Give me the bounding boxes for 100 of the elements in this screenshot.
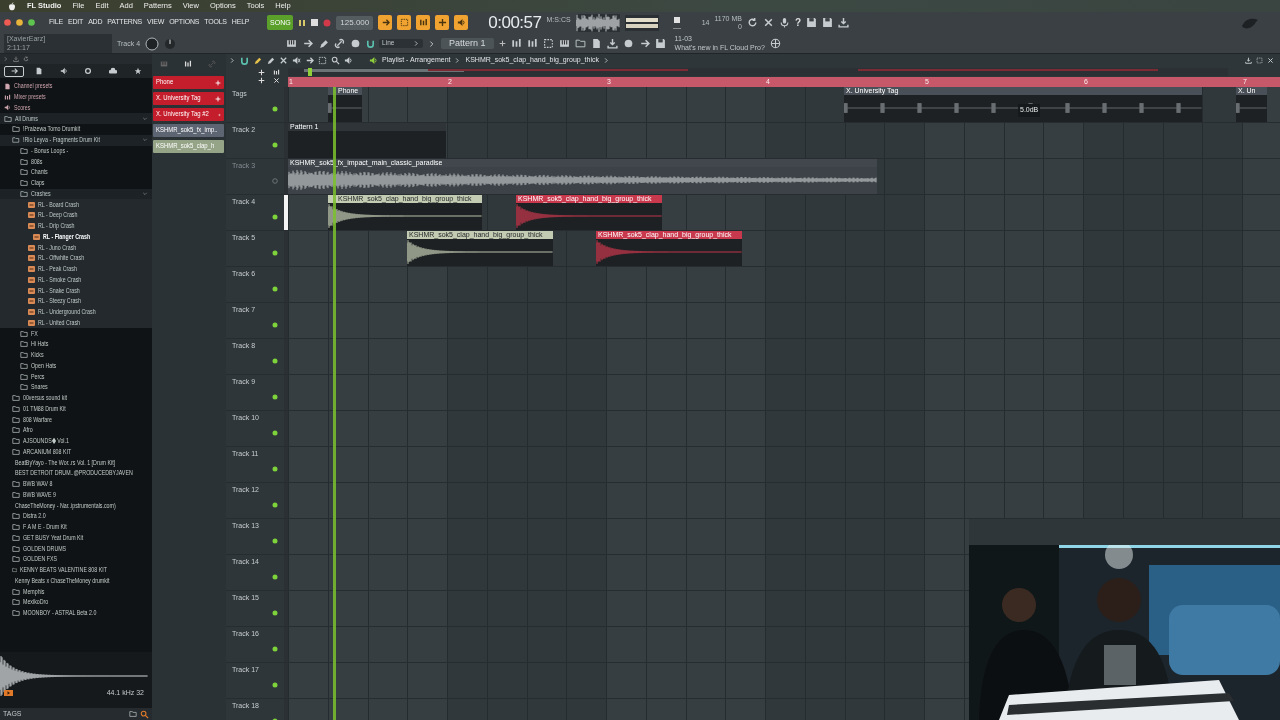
folder-item[interactable]: GOLDEN DRUMS	[0, 543, 152, 554]
mute-indicator[interactable]	[272, 250, 278, 257]
folder-item[interactable]: BWB WAV 8	[0, 478, 152, 490]
sample-item[interactable]: RL - Peak Crash	[0, 263, 152, 275]
pause-button[interactable]	[298, 18, 307, 27]
knob[interactable]	[145, 36, 160, 51]
mute-indicator[interactable]	[272, 394, 278, 401]
mute-indicator[interactable]	[272, 466, 278, 473]
sample-item[interactable]: RL - United Crash	[0, 317, 152, 329]
brush-icon[interactable]	[266, 56, 275, 65]
folder-item[interactable]: Percs	[0, 371, 152, 382]
delete-icon[interactable]	[279, 56, 288, 65]
folder-item[interactable]: Distra 2.0	[0, 511, 152, 522]
sample-item[interactable]: RL - Snake Crash	[0, 285, 152, 296]
folder-item[interactable]: F A M E - Drum Kit	[0, 521, 152, 533]
zoom-icon[interactable]	[331, 56, 340, 65]
mute-indicator[interactable]	[272, 502, 278, 509]
close-icon[interactable]	[1267, 57, 1274, 64]
sample-item[interactable]: RL - Offwhite Crash	[0, 253, 152, 264]
view-button[interactable]	[526, 38, 538, 49]
folder-item[interactable]: Crashes	[0, 188, 152, 200]
knob[interactable]	[164, 37, 177, 50]
mic-button[interactable]	[778, 17, 790, 28]
folder-item[interactable]: KENNY BEATS VALENTINE 808 KIT	[0, 564, 152, 576]
folder-item[interactable]: Kenny Beats x ChaseTheMoney drumkit	[0, 575, 152, 587]
add-pattern-button[interactable]	[498, 40, 506, 47]
plus-icon[interactable]	[258, 68, 265, 76]
view-button[interactable]	[558, 38, 570, 49]
mute-indicator[interactable]	[272, 214, 278, 221]
mute-indicator[interactable]	[272, 682, 278, 689]
save-new-button[interactable]	[822, 17, 834, 28]
folder-icon[interactable]	[129, 710, 137, 718]
folder-item[interactable]: Chants	[0, 167, 152, 178]
toolbar-toggle[interactable]	[397, 15, 412, 30]
cut-button[interactable]	[762, 17, 774, 28]
mute-indicator[interactable]	[272, 142, 278, 149]
piano-button[interactable]	[286, 38, 298, 49]
pattern-selector[interactable]: Pattern 1	[441, 38, 494, 49]
sample-item[interactable]: RL - Drip Crash	[0, 220, 152, 232]
toolbar-toggle[interactable]	[454, 15, 469, 30]
folder-item[interactable]: AJSOUNDS◆ Vol.1	[0, 435, 152, 447]
sample-item[interactable]: RL - Juno Crash	[0, 242, 152, 253]
folder-item[interactable]: MexikoDro	[0, 597, 152, 608]
folder-item[interactable]: Open Hats	[0, 360, 152, 372]
play-icon[interactable]	[229, 57, 236, 64]
link-button[interactable]	[334, 38, 346, 49]
folder-item[interactable]: ChaseTheMoney - Nar..ipstrumentals.com)	[0, 500, 152, 511]
maximize-icon[interactable]	[1256, 57, 1263, 64]
close-button[interactable]	[4, 19, 11, 26]
pencil-icon[interactable]	[253, 56, 262, 65]
minimize-button[interactable]	[16, 19, 23, 26]
mute-indicator[interactable]	[272, 646, 278, 653]
speaker-icon[interactable]	[369, 56, 378, 65]
mute-indicator[interactable]	[272, 610, 278, 617]
folder-item[interactable]: !Praizewa Tomo Drumkit	[0, 124, 152, 135]
magnet-icon[interactable]	[240, 56, 249, 65]
mute-indicator[interactable]	[272, 322, 278, 329]
sample-item[interactable]: RL - Deep Crash	[0, 210, 152, 221]
tempo-field[interactable]: 125.000	[336, 15, 374, 30]
globe-button[interactable]	[769, 38, 781, 49]
help-button[interactable]: ?	[794, 17, 802, 28]
sample-item[interactable]: RL - Underground Crash	[0, 306, 152, 318]
preset-item[interactable]: Scores	[0, 102, 152, 114]
refresh-button[interactable]	[746, 17, 758, 28]
mute-indicator[interactable]	[272, 106, 278, 113]
mute-icon[interactable]	[292, 56, 301, 65]
zoom-button[interactable]	[28, 19, 35, 26]
speaker-icon[interactable]	[344, 56, 353, 65]
folder-item[interactable]: Claps	[0, 177, 152, 189]
sample-item[interactable]: RL - Flanger Crash	[0, 231, 152, 243]
folder-item[interactable]: Kicks	[0, 349, 152, 361]
preset-item[interactable]: Channel presets	[0, 81, 152, 92]
folder-item[interactable]: BEST DETROIT DRUM..@PRODUCEDBYJAVEN	[0, 468, 152, 479]
play-icon[interactable]	[4, 690, 13, 697]
mute-indicator[interactable]	[272, 286, 278, 293]
view-button[interactable]	[574, 38, 586, 49]
pencil-button[interactable]	[318, 38, 330, 49]
arrow-button[interactable]	[302, 38, 314, 49]
folder-item[interactable]: 01 TM88 Drum Kit	[0, 403, 152, 415]
folder-item[interactable]: !Rio Leyva - Fragments Drum Kit	[0, 134, 152, 146]
view-button[interactable]	[590, 38, 602, 49]
close-icon[interactable]	[273, 77, 280, 84]
folder-item[interactable]: ARCANIUM 808 KIT	[0, 446, 152, 458]
folder-item[interactable]: 00versus sound kit	[0, 392, 152, 404]
stop-button[interactable]	[311, 19, 319, 26]
folder-item[interactable]: BWB WAVE 9	[0, 489, 152, 501]
folder-item[interactable]: 808 Warfare	[0, 414, 152, 425]
folder-item[interactable]: MOONBOY - ASTRAL Beta 2.0	[0, 607, 152, 619]
select-icon[interactable]	[318, 56, 327, 65]
folder-item[interactable]: GOLDEN FXS	[0, 554, 152, 565]
folder-item[interactable]: Snares	[0, 382, 152, 393]
waveform-icon[interactable]	[184, 60, 192, 68]
folder-item[interactable]: BeatByYayo - The Wor..rs Vol. 1 [Drum Kit]	[0, 457, 152, 468]
browser-tab[interactable]	[4, 65, 25, 77]
sample-item[interactable]: RL - Steezy Crash	[0, 296, 152, 307]
toolbar-toggle[interactable]	[416, 15, 431, 30]
toolbar-toggle[interactable]	[378, 15, 393, 30]
preset-item[interactable]: Mixer presets	[0, 91, 152, 103]
folder-item[interactable]: - Bonus Loops -	[0, 145, 152, 157]
waveform-icon[interactable]	[273, 68, 280, 76]
